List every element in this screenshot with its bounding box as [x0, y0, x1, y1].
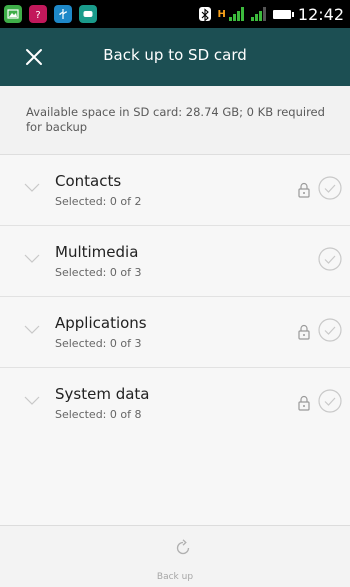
category-list: Contacts Selected: 0 of 2 Multimedia Sel… [0, 155, 350, 438]
signal-strength-icon-2 [250, 7, 266, 21]
chat-app-icon [79, 5, 97, 23]
category-title: Applications [55, 314, 147, 332]
help-app-icon: ? [29, 5, 47, 23]
chevron-down-icon[interactable] [24, 325, 40, 335]
category-title: Multimedia [55, 243, 139, 261]
lock-icon [298, 324, 310, 340]
refresh-icon [176, 539, 190, 555]
category-selected-count: Selected: 0 of 3 [55, 337, 142, 350]
chevron-down-icon[interactable] [24, 254, 40, 264]
category-contacts[interactable]: Contacts Selected: 0 of 2 [0, 155, 350, 226]
chevron-down-icon[interactable] [24, 396, 40, 406]
select-checkbox-icon[interactable] [318, 176, 342, 200]
battery-icon [272, 9, 294, 19]
clock: 12:42 [297, 4, 344, 24]
category-selected-count: Selected: 0 of 2 [55, 195, 142, 208]
select-checkbox-icon[interactable] [318, 247, 342, 271]
back-up-button[interactable]: Back up [0, 526, 350, 587]
chevron-down-icon[interactable] [24, 183, 40, 193]
notification-icons: ? [4, 5, 97, 23]
category-system-data[interactable]: System data Selected: 0 of 8 [0, 368, 350, 438]
page-title: Back up to SD card [103, 46, 247, 64]
available-space-text: Available space in SD card: 28.74 GB; 0 … [26, 105, 325, 134]
usb-icon [54, 5, 72, 23]
bluetooth-icon [198, 7, 211, 22]
system-status: H 12:42 [198, 0, 344, 28]
lock-icon [298, 395, 310, 411]
category-selected-count: Selected: 0 of 3 [55, 266, 142, 279]
category-multimedia[interactable]: Multimedia Selected: 0 of 3 [0, 226, 350, 297]
status-bar: ? H 12:42 [0, 0, 350, 28]
back-up-label: Back up [156, 572, 194, 582]
category-title: System data [55, 385, 150, 403]
select-checkbox-icon[interactable] [318, 389, 342, 413]
category-selected-count: Selected: 0 of 8 [55, 408, 142, 421]
svg-text:?: ? [35, 10, 40, 20]
bottom-action-bar: Back up [0, 525, 350, 587]
lock-icon [298, 182, 310, 198]
header: Back up to SD card [0, 28, 350, 86]
select-checkbox-icon[interactable] [318, 318, 342, 342]
signal-strength-icon [228, 7, 244, 21]
gallery-app-icon [4, 5, 22, 23]
category-title: Contacts [55, 172, 122, 190]
category-applications[interactable]: Applications Selected: 0 of 3 [0, 297, 350, 368]
storage-info: Available space in SD card: 28.74 GB; 0 … [0, 86, 350, 155]
network-type-label: H [217, 8, 226, 20]
